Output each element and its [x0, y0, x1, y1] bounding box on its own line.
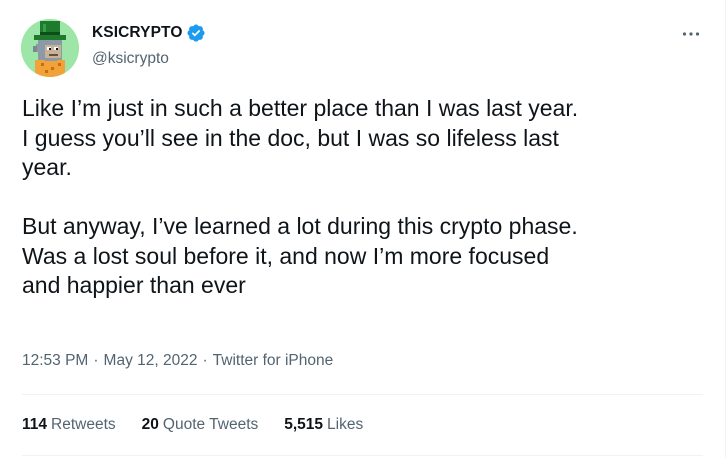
tweet-source-link[interactable]: Twitter for iPhone [213, 352, 334, 370]
tweet-date-link[interactable]: May 12, 2022 [104, 352, 198, 370]
avatar[interactable] [21, 19, 79, 77]
likes-stat[interactable]: 5,515 Likes [284, 416, 363, 434]
tweet-meta: 12:53 PM · May 12, 2022 · Twitter for iP… [22, 352, 333, 370]
quote-tweets-label: Quote Tweets [162, 416, 259, 433]
author-handle[interactable]: @ksicrypto [92, 50, 169, 68]
more-options-icon[interactable] [679, 22, 703, 46]
tweet-stats: 114 Retweets 20 Quote Tweets 5,515 Likes [22, 416, 389, 434]
retweets-label: Retweets [51, 416, 116, 433]
meta-separator: · [202, 352, 208, 369]
pixel-ape-with-green-top-hat-icon [21, 19, 79, 77]
retweets-count: 114 [22, 416, 48, 433]
likes-count: 5,515 [284, 416, 324, 433]
meta-separator: · [93, 352, 99, 369]
divider [22, 455, 703, 456]
divider [22, 394, 703, 395]
retweets-stat[interactable]: 114 Retweets [22, 416, 116, 434]
verified-badge-icon [186, 23, 206, 43]
likes-label: Likes [327, 416, 364, 433]
quote-tweets-count: 20 [141, 416, 159, 433]
tweet-time-link[interactable]: 12:53 PM [22, 352, 88, 370]
tweet-card: KSICRYPTO @ksicrypto Like I’m just in su… [0, 0, 726, 458]
quote-tweets-stat[interactable]: 20 Quote Tweets [142, 416, 259, 434]
author-display-name[interactable]: KSICRYPTO [92, 24, 182, 42]
tweet-text: Like I’m just in such a better place tha… [22, 95, 579, 298]
author-name-row[interactable]: KSICRYPTO [92, 23, 206, 43]
